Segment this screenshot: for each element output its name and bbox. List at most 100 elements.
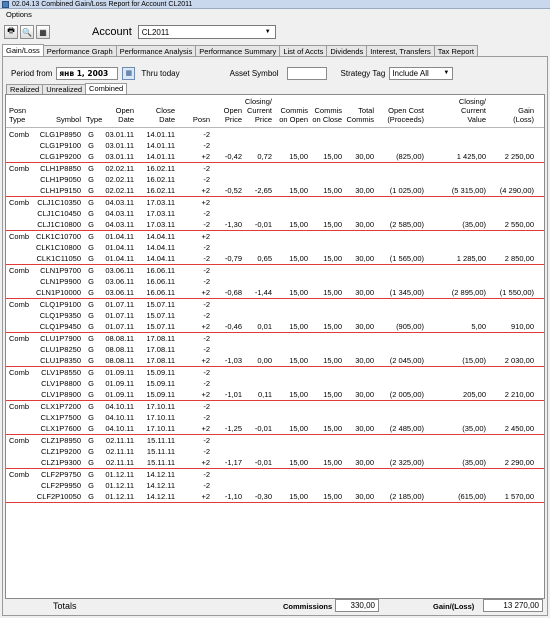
column-header-closing-value[interactable]: Closing/Current Value <box>428 97 486 124</box>
tab-list-of-accts[interactable]: List of Accts <box>279 45 328 56</box>
column-header-line: Gain <box>518 106 534 115</box>
cell-open-price: -1,10 <box>224 492 242 501</box>
tab-combined[interactable]: Combined <box>85 83 128 94</box>
table-row[interactable]: CLN1P10000 G 03.06.11 16.06.11 +2 -0,68 -1,44 1… <box>6 287 544 299</box>
table-row[interactable]: CLF2P9950 G 01.12.11 14.12.11 -2 <box>6 480 544 491</box>
chevron-down-icon[interactable]: ▼ <box>441 67 451 79</box>
table-row[interactable]: CLH1P9050 G 02.02.11 16.02.11 -2 <box>6 174 544 185</box>
table-row[interactable]: CLQ1P9450 G 01.07.11 15.07.11 +2 -0,46 0,01 15,… <box>6 321 544 333</box>
cell-total-commis: 30,00 <box>355 322 374 331</box>
table-row[interactable]: CLG1P9100 G 03.01.11 14.01.11 -2 <box>6 140 544 151</box>
table-row[interactable]: CLK1C10800 G 01.04.11 14.04.11 -2 <box>6 242 544 253</box>
table-row[interactable]: CLU1P8250 G 08.08.11 17.08.11 -2 <box>6 344 544 355</box>
table-row[interactable]: CLJ1C10450 G 04.03.11 17.03.11 -2 <box>6 208 544 219</box>
table-row[interactable]: CLK1C11050 G 01.04.11 14.04.11 -2 -0,79 0,65 15… <box>6 253 544 265</box>
period-from-field[interactable]: янв 1, 2003 <box>56 66 119 80</box>
table-row[interactable]: Comb CLQ1P9100 G 01.07.11 15.07.11 -2 <box>6 299 544 310</box>
print-preview-icon[interactable]: 🔍 <box>20 25 34 39</box>
tab-performance-graph[interactable]: Performance Graph <box>42 45 117 56</box>
tab-performance-summary[interactable]: Performance Summary <box>195 45 281 56</box>
cell-symbol: CLV1P8550 <box>41 368 81 377</box>
table-row[interactable]: CLV1P8800 G 01.09.11 15.09.11 -2 <box>6 378 544 389</box>
strategy-tag-select[interactable]: Include All ▼ <box>389 66 454 80</box>
column-header-line: Commis <box>346 115 375 124</box>
cell-total-commis: 30,00 <box>355 492 374 501</box>
column-header-posn[interactable]: Posn <box>186 115 210 124</box>
table-row[interactable]: Comb CLF2P9750 G 01.12.11 14.12.11 -2 <box>6 469 544 480</box>
cell-open-date: 03.01.11 <box>105 152 134 161</box>
cell-posn: +2 <box>201 458 210 467</box>
cell-type: G <box>88 300 94 309</box>
tab-tax-report[interactable]: Tax Report <box>433 45 479 56</box>
column-header-open-cost[interactable]: Open Cost (Proceeds) <box>378 106 424 124</box>
chevron-down-icon[interactable]: ▼ <box>263 26 273 38</box>
table-row[interactable]: Comb CLJ1C10350 G 04.03.11 17.03.11 +2 <box>6 197 544 208</box>
cell-open-cost: (905,00) <box>396 322 424 331</box>
table-row[interactable]: CLF2P10050 G 01.12.11 14.12.11 +2 -1,10 -0,30 1… <box>6 491 544 503</box>
table-row[interactable]: CLZ1P9300 G 02.11.11 15.11.11 +2 -1,17 -0,01 15… <box>6 457 544 469</box>
asset-symbol-input[interactable] <box>286 66 327 80</box>
table-row[interactable]: Comb CLZ1P8950 G 02.11.11 15.11.11 -2 <box>6 435 544 446</box>
cell-type: G <box>88 390 94 399</box>
column-header-total-commis[interactable]: Total Commis <box>344 106 375 124</box>
cell-close-date: 16.02.11 <box>146 186 175 195</box>
cell-closing-value: 1 285,00 <box>456 254 486 263</box>
column-header-line: on Close <box>312 115 342 124</box>
table-row[interactable]: Comb CLV1P8550 G 01.09.11 15.09.11 -2 <box>6 367 544 378</box>
cell-posn-type: Comb <box>9 436 30 445</box>
table-row[interactable]: CLZ1P9200 G 02.11.11 15.11.11 -2 <box>6 446 544 457</box>
cell-commis-close: 15,00 <box>323 458 342 467</box>
table-row[interactable]: CLX1P7600 G 04.10.11 17.10.11 +2 -1,25 -0,01 15… <box>6 423 544 435</box>
column-header-closing-price[interactable]: Closing/Current Price <box>244 97 272 124</box>
table-row[interactable]: Comb CLG1P8950 G 03.01.11 14.01.11 -2 <box>6 129 544 140</box>
column-header-symbol[interactable]: Symbol <box>33 115 81 124</box>
table-row[interactable]: CLN1P9900 G 03.06.11 16.06.11 -2 <box>6 276 544 287</box>
table-row[interactable]: Comb CLH1P8850 G 02.02.11 16.02.11 -2 <box>6 163 544 174</box>
table-row[interactable]: CLQ1P9350 G 01.07.11 15.07.11 -2 <box>6 310 544 321</box>
tab-unrealized[interactable]: Unrealized <box>42 84 87 94</box>
cell-open-date: 04.10.11 <box>105 413 134 422</box>
cell-close-date: 16.06.11 <box>146 266 175 275</box>
column-header-posn-type[interactable]: Posn Type <box>9 106 31 124</box>
account-select[interactable]: CL2011 ▼ <box>137 25 276 39</box>
cell-closing-value: (35,00) <box>462 424 486 433</box>
tab-gain-loss[interactable]: Gain/Loss <box>2 44 44 56</box>
cell-total-commis: 30,00 <box>355 288 374 297</box>
cell-close-date: 17.03.11 <box>146 220 175 229</box>
tab-interest-transfers[interactable]: Interest, Transfers <box>366 45 435 56</box>
column-header-commis-open[interactable]: Commis on Open <box>274 106 308 124</box>
table-row[interactable]: CLV1P8900 G 01.09.11 15.09.11 +2 -1,01 0,11 15,… <box>6 389 544 401</box>
cell-total-commis: 30,00 <box>355 458 374 467</box>
printer-icon[interactable]: 🖶 <box>4 25 18 39</box>
table-row[interactable]: Comb CLU1P7900 G 08.08.11 17.08.11 -2 <box>6 333 544 344</box>
column-header-open-price[interactable]: Open Price <box>216 106 242 124</box>
tab-realized[interactable]: Realized <box>6 84 44 94</box>
cell-symbol: CLG1P8950 <box>39 130 81 139</box>
calendar-icon[interactable]: ▦ <box>122 66 136 80</box>
table-row[interactable]: CLH1P9150 G 02.02.11 16.02.11 +2 -0,52 -2,65 15… <box>6 185 544 197</box>
table-row[interactable]: CLU1P8350 G 08.08.11 17.08.11 +2 -1,03 0,00 15,… <box>6 355 544 367</box>
tab-performance-analysis[interactable]: Performance Analysis <box>115 45 197 56</box>
gain-loss-label: Gain/(Loss) <box>433 602 475 611</box>
strategy-tag-label: Strategy Tag <box>340 68 386 78</box>
export-icon[interactable]: ▦ <box>36 25 50 39</box>
table-row[interactable]: Comb CLK1C10700 G 01.04.11 14.04.11 +2 <box>6 231 544 242</box>
table-row[interactable]: CLX1P7500 G 04.10.11 17.10.11 -2 <box>6 412 544 423</box>
cell-posn: -2 <box>203 436 210 445</box>
cell-type: G <box>88 243 94 252</box>
cell-posn: -2 <box>203 130 210 139</box>
column-header-line: Symbol <box>55 115 81 124</box>
table-row[interactable]: Comb CLN1P9700 G 03.06.11 16.06.11 -2 <box>6 265 544 276</box>
tab-dividends[interactable]: Dividends <box>326 45 368 56</box>
column-header-commis-close[interactable]: Commis on Close <box>310 106 342 124</box>
column-header-close-date[interactable]: Close Date <box>140 106 175 124</box>
menu-options[interactable]: Options <box>6 10 32 19</box>
column-header-open-date[interactable]: Open Date <box>102 106 134 124</box>
table-row[interactable]: Comb CLX1P7200 G 04.10.11 17.10.11 -2 <box>6 401 544 412</box>
column-header-gain[interactable]: Gain (Loss) <box>488 106 534 124</box>
table-row[interactable]: CLJ1C10800 G 04.03.11 17.03.11 -2 -1,30 -0,01 1… <box>6 219 544 231</box>
column-header-type[interactable]: Type <box>86 115 102 124</box>
table-row[interactable]: CLG1P9200 G 03.01.11 14.01.11 +2 -0,42 0,72 15,… <box>6 151 544 163</box>
cell-open-cost: (2 485,00) <box>389 424 424 433</box>
cell-gain: 2 210,00 <box>504 390 534 399</box>
